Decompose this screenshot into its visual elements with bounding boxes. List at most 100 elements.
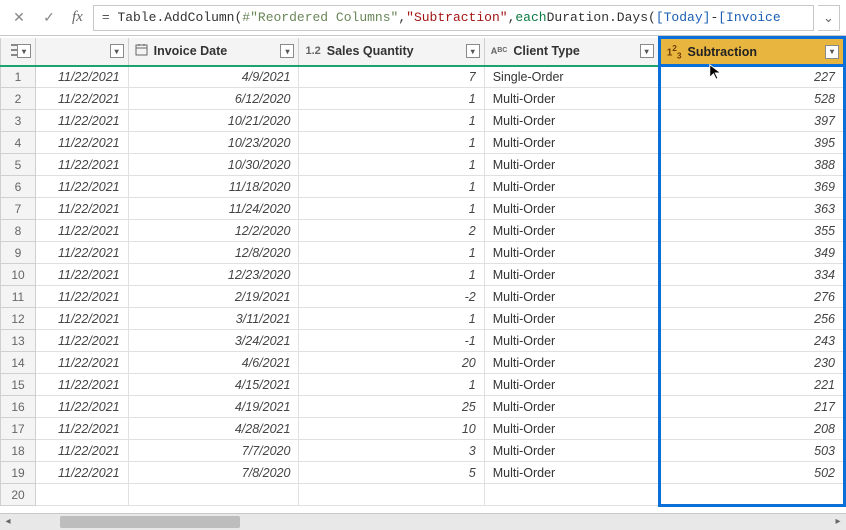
cell-sales-quantity[interactable] <box>299 484 484 506</box>
row-index[interactable]: 20 <box>1 484 36 506</box>
cell-sales-quantity[interactable]: 1 <box>299 242 484 264</box>
cell-sales-quantity[interactable]: 1 <box>299 132 484 154</box>
cell-client-type[interactable]: Single-Order <box>484 66 659 88</box>
cell-sales-quantity[interactable]: 2 <box>299 220 484 242</box>
cell-invoice-date[interactable]: 4/6/2021 <box>128 352 299 374</box>
cell-invoice-date[interactable]: 10/23/2020 <box>128 132 299 154</box>
table-row[interactable]: 1711/22/20214/28/202110Multi-Order208 <box>1 418 845 440</box>
row-index[interactable]: 3 <box>1 110 36 132</box>
cell-sales-quantity[interactable]: 1 <box>299 110 484 132</box>
cell-today[interactable]: 11/22/2021 <box>35 242 128 264</box>
scroll-left-button[interactable]: ◂ <box>0 514 16 530</box>
cell-today[interactable]: 11/22/2021 <box>35 154 128 176</box>
cell-subtraction[interactable]: 355 <box>659 220 844 242</box>
horizontal-scrollbar[interactable]: ◂ ▸ <box>0 513 846 529</box>
cell-sales-quantity[interactable]: 3 <box>299 440 484 462</box>
table-row[interactable]: 1511/22/20214/15/20211Multi-Order221 <box>1 374 845 396</box>
cell-client-type[interactable]: Multi-Order <box>484 374 659 396</box>
cell-client-type[interactable]: Multi-Order <box>484 132 659 154</box>
cell-subtraction[interactable]: 397 <box>659 110 844 132</box>
cell-sales-quantity[interactable]: 1 <box>299 374 484 396</box>
formula-input[interactable]: = Table.AddColumn ( #"Reordered Columns"… <box>93 5 814 31</box>
table-row[interactable]: 1211/22/20213/11/20211Multi-Order256 <box>1 308 845 330</box>
expand-formula-button[interactable]: ⌄ <box>818 5 840 31</box>
table-row[interactable]: 1611/22/20214/19/202125Multi-Order217 <box>1 396 845 418</box>
cell-subtraction[interactable]: 503 <box>659 440 844 462</box>
cell-client-type[interactable]: Multi-Order <box>484 308 659 330</box>
table-row[interactable]: 811/22/202112/2/20202Multi-Order355 <box>1 220 845 242</box>
table-row[interactable]: 911/22/202112/8/20201Multi-Order349 <box>1 242 845 264</box>
cell-today[interactable]: 11/22/2021 <box>35 286 128 308</box>
table-row[interactable]: 20 <box>1 484 845 506</box>
cell-sales-quantity[interactable]: -2 <box>299 286 484 308</box>
table-row[interactable]: 211/22/20216/12/20201Multi-Order528 <box>1 88 845 110</box>
cell-today[interactable]: 11/22/2021 <box>35 462 128 484</box>
filter-icon[interactable]: ▾ <box>825 45 839 59</box>
row-index[interactable]: 1 <box>1 66 36 88</box>
cell-invoice-date[interactable]: 2/19/2021 <box>128 286 299 308</box>
cell-client-type[interactable]: Multi-Order <box>484 462 659 484</box>
row-index[interactable]: 17 <box>1 418 36 440</box>
cell-today[interactable] <box>35 484 128 506</box>
cell-sales-quantity[interactable]: 1 <box>299 176 484 198</box>
table-row[interactable]: 311/22/202110/21/20201Multi-Order397 <box>1 110 845 132</box>
row-index[interactable]: 11 <box>1 286 36 308</box>
cell-today[interactable]: 11/22/2021 <box>35 110 128 132</box>
row-index[interactable]: 15 <box>1 374 36 396</box>
cell-client-type[interactable]: Multi-Order <box>484 286 659 308</box>
cell-invoice-date[interactable]: 6/12/2020 <box>128 88 299 110</box>
cell-sales-quantity[interactable]: 20 <box>299 352 484 374</box>
filter-icon[interactable]: ▾ <box>466 44 480 58</box>
cell-subtraction[interactable]: 349 <box>659 242 844 264</box>
cell-today[interactable]: 11/22/2021 <box>35 66 128 88</box>
cell-client-type[interactable]: Multi-Order <box>484 330 659 352</box>
row-index[interactable]: 5 <box>1 154 36 176</box>
cell-invoice-date[interactable]: 10/21/2020 <box>128 110 299 132</box>
cell-invoice-date[interactable]: 12/2/2020 <box>128 220 299 242</box>
cell-client-type[interactable]: Multi-Order <box>484 396 659 418</box>
cell-sales-quantity[interactable]: 1 <box>299 308 484 330</box>
cell-client-type[interactable]: Multi-Order <box>484 176 659 198</box>
cancel-formula-button[interactable]: ✕ <box>6 5 32 31</box>
cell-today[interactable]: 11/22/2021 <box>35 264 128 286</box>
cell-today[interactable]: 11/22/2021 <box>35 374 128 396</box>
cell-invoice-date[interactable]: 4/15/2021 <box>128 374 299 396</box>
row-index[interactable]: 8 <box>1 220 36 242</box>
cell-sales-quantity[interactable]: -1 <box>299 330 484 352</box>
row-index[interactable]: 7 <box>1 198 36 220</box>
cell-today[interactable]: 11/22/2021 <box>35 330 128 352</box>
cell-sales-quantity[interactable]: 5 <box>299 462 484 484</box>
confirm-formula-button[interactable]: ✓ <box>36 5 62 31</box>
cell-invoice-date[interactable]: 7/8/2020 <box>128 462 299 484</box>
cell-invoice-date[interactable] <box>128 484 299 506</box>
cell-client-type[interactable]: Multi-Order <box>484 352 659 374</box>
filter-icon[interactable]: ▾ <box>280 44 294 58</box>
cell-today[interactable]: 11/22/2021 <box>35 440 128 462</box>
cell-client-type[interactable]: Multi-Order <box>484 440 659 462</box>
cell-today[interactable]: 11/22/2021 <box>35 88 128 110</box>
row-index[interactable]: 14 <box>1 352 36 374</box>
cell-client-type[interactable]: Multi-Order <box>484 264 659 286</box>
col-header-subtraction[interactable]: 123 Subtraction ▾ <box>659 38 844 66</box>
cell-client-type[interactable]: Multi-Order <box>484 198 659 220</box>
cell-sales-quantity[interactable]: 1 <box>299 154 484 176</box>
cell-invoice-date[interactable]: 4/28/2021 <box>128 418 299 440</box>
cell-client-type[interactable]: Multi-Order <box>484 110 659 132</box>
cell-client-type[interactable]: Multi-Order <box>484 220 659 242</box>
cell-invoice-date[interactable]: 10/30/2020 <box>128 154 299 176</box>
cell-invoice-date[interactable]: 7/7/2020 <box>128 440 299 462</box>
scroll-right-button[interactable]: ▸ <box>830 514 846 530</box>
scroll-thumb[interactable] <box>60 516 240 528</box>
cell-client-type[interactable] <box>484 484 659 506</box>
cell-subtraction[interactable]: 221 <box>659 374 844 396</box>
cell-subtraction[interactable]: 388 <box>659 154 844 176</box>
table-row[interactable]: 1811/22/20217/7/20203Multi-Order503 <box>1 440 845 462</box>
cell-sales-quantity[interactable]: 25 <box>299 396 484 418</box>
filter-icon[interactable]: ▾ <box>640 44 654 58</box>
cell-subtraction[interactable]: 395 <box>659 132 844 154</box>
cell-subtraction[interactable]: 217 <box>659 396 844 418</box>
cell-today[interactable]: 11/22/2021 <box>35 176 128 198</box>
cell-subtraction[interactable]: 502 <box>659 462 844 484</box>
table-row[interactable]: 1911/22/20217/8/20205Multi-Order502 <box>1 462 845 484</box>
cell-sales-quantity[interactable]: 1 <box>299 198 484 220</box>
